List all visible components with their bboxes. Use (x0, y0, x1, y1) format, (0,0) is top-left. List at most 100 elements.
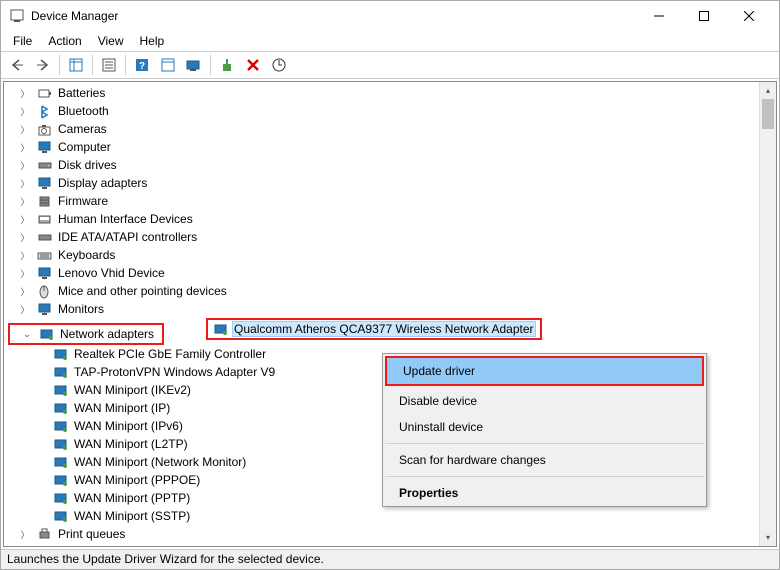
tree-category[interactable]: 〉 Firmware (4, 192, 776, 210)
expand-icon[interactable]: 〉 (18, 230, 32, 244)
title-bar: Device Manager (1, 1, 779, 31)
context-menu-item[interactable]: Uninstall device (383, 414, 706, 440)
context-menu-item[interactable]: Properties (383, 480, 706, 506)
category-label: Network adapters (58, 326, 156, 342)
maximize-button[interactable] (681, 2, 726, 30)
tree-category[interactable]: 〉 Mice and other pointing devices (4, 282, 776, 300)
menu-file[interactable]: File (7, 33, 38, 49)
device-label: WAN Miniport (L2TP) (72, 436, 190, 452)
device-label: WAN Miniport (IP) (72, 400, 172, 416)
app-icon (9, 8, 25, 24)
context-menu-separator (385, 443, 704, 444)
context-menu-item[interactable]: Scan for hardware changes (383, 447, 706, 473)
scroll-down-button[interactable]: ▾ (760, 529, 776, 546)
menu-view[interactable]: View (92, 33, 130, 49)
collapse-icon[interactable]: ⌄ (20, 327, 34, 341)
category-label: Firmware (56, 193, 110, 209)
tree-category[interactable]: 〉 Computer (4, 138, 776, 156)
category-label: Print queues (56, 526, 127, 542)
context-menu-label: Update driver (403, 364, 475, 378)
context-menu-item[interactable]: Disable device (383, 388, 706, 414)
menu-help[interactable]: Help (134, 33, 171, 49)
tree-category[interactable]: 〉 Display adapters (4, 174, 776, 192)
tree-category[interactable]: 〉Cameras (4, 120, 776, 138)
uninstall-button[interactable] (241, 54, 265, 76)
expand-icon[interactable]: 〉 (18, 212, 32, 226)
minimize-button[interactable] (636, 2, 681, 30)
computer-icon (36, 139, 52, 155)
expand-icon[interactable]: 〉 (18, 104, 32, 118)
expand-icon[interactable]: 〉 (18, 122, 32, 136)
help-button[interactable]: ? (130, 54, 154, 76)
category-label: Disk drives (56, 157, 119, 173)
expand-icon[interactable]: 〉 (18, 194, 32, 208)
context-menu-label: Disable device (399, 394, 477, 408)
expand-icon[interactable]: 〉 (18, 527, 32, 541)
device-label: WAN Miniport (PPTP) (72, 490, 192, 506)
window-title: Device Manager (31, 9, 636, 23)
tree-category[interactable]: 〉 Disk drives (4, 156, 776, 174)
properties-button[interactable] (97, 54, 121, 76)
forward-button[interactable] (31, 54, 55, 76)
net-icon (212, 321, 228, 337)
tree-category[interactable]: 〉IDE ATA/ATAPI controllers (4, 228, 776, 246)
expand-icon[interactable]: 〉 (18, 302, 32, 316)
scroll-up-button[interactable]: ▴ (760, 82, 776, 99)
expand-icon[interactable]: 〉 (18, 284, 32, 298)
display-icon (36, 175, 52, 191)
net-icon (52, 400, 68, 416)
category-label: Computer (56, 139, 113, 155)
expand-icon[interactable]: 〉 (18, 140, 32, 154)
tree-category[interactable]: 〉Batteries (4, 84, 776, 102)
expand-icon[interactable]: 〉 (18, 176, 32, 190)
context-menu-label: Scan for hardware changes (399, 453, 546, 467)
scan-hardware-button[interactable] (267, 54, 291, 76)
action-button[interactable] (156, 54, 180, 76)
enable-button[interactable] (215, 54, 239, 76)
toolbar-separator (210, 55, 211, 75)
tree-category[interactable]: 〉 Bluetooth (4, 102, 776, 120)
tree-device-item[interactable]: WAN Miniport (SSTP) (4, 507, 776, 525)
expand-icon[interactable]: 〉 (18, 266, 32, 280)
tree-category[interactable]: 〉 Lenovo Vhid Device (4, 264, 776, 282)
net-icon (52, 472, 68, 488)
category-label: Display adapters (56, 175, 149, 191)
net-icon (52, 382, 68, 398)
expand-icon[interactable]: 〉 (18, 158, 32, 172)
category-label: Bluetooth (56, 103, 111, 119)
tree-category[interactable]: 〉Human Interface Devices (4, 210, 776, 228)
net-icon (52, 436, 68, 452)
vertical-scrollbar[interactable]: ▴ ▾ (759, 82, 776, 546)
tree-device-item[interactable]: Qualcomm Atheros QCA9377 Wireless Networ… (208, 320, 539, 338)
expand-icon[interactable]: 〉 (18, 86, 32, 100)
category-label: Mice and other pointing devices (56, 283, 229, 299)
category-label: Lenovo Vhid Device (56, 265, 167, 281)
show-hide-tree-button[interactable] (64, 54, 88, 76)
net-icon (52, 454, 68, 470)
scrollbar-thumb[interactable] (762, 99, 774, 129)
category-label: Keyboards (56, 247, 117, 263)
hid-icon (36, 211, 52, 227)
back-button[interactable] (5, 54, 29, 76)
context-menu: Update driver Disable device Uninstall dev… (382, 353, 707, 507)
tree-category-network-adapters[interactable]: ⌄ Network adapters (10, 325, 162, 343)
context-menu-label: Uninstall device (399, 420, 483, 434)
menu-action[interactable]: Action (42, 33, 87, 49)
net-icon (52, 508, 68, 524)
disk-icon (36, 157, 52, 173)
expand-icon[interactable]: 〉 (18, 248, 32, 262)
toolbar-separator (125, 55, 126, 75)
tree-category[interactable]: 〉 Keyboards (4, 246, 776, 264)
tree-category[interactable]: 〉 Print queues (4, 525, 776, 543)
category-label: Monitors (56, 301, 106, 317)
context-menu-separator (385, 476, 704, 477)
monitor-icon (36, 301, 52, 317)
context-menu-item[interactable]: Update driver (385, 356, 704, 386)
update-driver-button[interactable] (182, 54, 206, 76)
device-label: Realtek PCIe GbE Family Controller (72, 346, 268, 362)
close-button[interactable] (726, 2, 771, 30)
tree-category[interactable]: 〉 Monitors (4, 300, 776, 318)
svg-text:?: ? (139, 61, 145, 72)
device-label: WAN Miniport (IPv6) (72, 418, 185, 434)
device-label: TAP-ProtonVPN Windows Adapter V9 (72, 364, 277, 380)
